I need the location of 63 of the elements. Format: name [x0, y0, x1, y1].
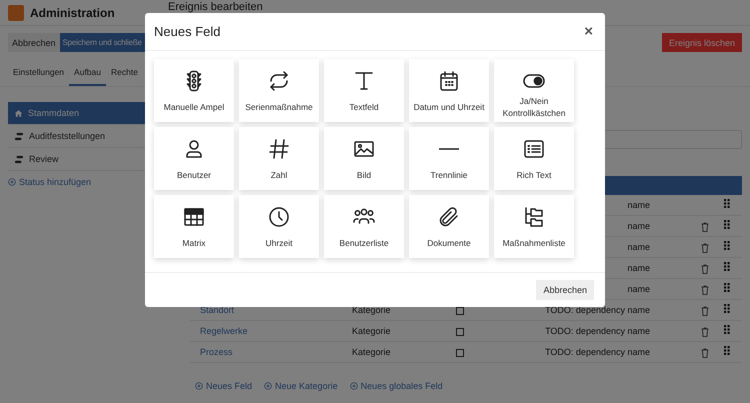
tab[interactable]: Aufbau	[69, 62, 106, 86]
table-cell-text: Kategorie	[352, 347, 392, 358]
toggle-bars-icon	[14, 154, 24, 164]
checkbox[interactable]	[456, 349, 464, 357]
drag-handle-icon[interactable]	[724, 304, 730, 313]
logo	[8, 4, 24, 20]
toggle-bars-icon	[14, 132, 24, 140]
field-type-card[interactable]: Maßnahmenliste	[494, 195, 574, 258]
tab[interactable]: Einstellungen	[8, 62, 70, 86]
table-cell: name	[627, 200, 650, 211]
field-type-card[interactable]: Matrix	[154, 195, 234, 258]
drag-handle-icon[interactable]	[724, 220, 730, 229]
drag-handle-icon[interactable]	[724, 346, 730, 355]
field-type-card[interactable]: Zahl	[239, 127, 319, 190]
plus-circle-icon	[264, 382, 272, 390]
field-type-card[interactable]: Rich Text	[494, 127, 574, 190]
home-icon	[14, 108, 23, 118]
table-cell: TODO: dependency name	[545, 326, 650, 337]
table-cell-text: Kategorie	[352, 326, 392, 337]
trash-icon[interactable]	[701, 306, 709, 316]
drag-handle-icon[interactable]	[724, 325, 730, 334]
drag-handle-icon[interactable]	[724, 199, 730, 208]
field-type-card[interactable]: Benutzer	[154, 127, 234, 190]
field-type-card[interactable]: Textfeld	[324, 59, 404, 122]
cancel-button[interactable]: Abbrechen	[536, 280, 594, 300]
field-type-card[interactable]: Ja/Nein Kontrollkästchen	[494, 59, 574, 122]
table-cell: TODO: dependency name	[545, 305, 650, 316]
tab[interactable]: Rechte	[106, 62, 143, 86]
field-type-card[interactable]: Dokumente	[409, 195, 489, 258]
plus-circle-icon	[350, 382, 358, 390]
trash-icon[interactable]	[701, 222, 709, 232]
table-cell: name	[627, 221, 650, 232]
plus-circle-icon	[8, 178, 16, 186]
dialog-title: Neues Feld	[154, 24, 220, 39]
page-title: Ereignis bearbeiten	[168, 0, 263, 13]
table-cell: name	[627, 284, 650, 295]
field-type-card[interactable]: Serienmaßnahme	[239, 59, 319, 122]
field-type-card[interactable]: Trennlinie	[409, 127, 489, 190]
drag-handle-icon[interactable]	[724, 283, 730, 292]
drag-handle-icon[interactable]	[724, 262, 730, 271]
field-type-card[interactable]: Benutzerliste	[324, 195, 404, 258]
trash-icon[interactable]	[701, 348, 709, 358]
table-cell-text: Kategorie	[352, 305, 392, 316]
horizontal-line-icon	[439, 148, 459, 150]
app-title: Administration	[30, 6, 116, 20]
trash-icon[interactable]	[701, 264, 709, 274]
plus-circle-icon	[195, 382, 203, 390]
table-cell: TODO: dependency name	[545, 347, 650, 358]
trash-icon[interactable]	[701, 285, 709, 295]
field-type-card[interactable]: Uhrzeit	[239, 195, 319, 258]
trash-icon[interactable]	[701, 243, 709, 253]
table-cell: name	[627, 242, 650, 253]
field-type-card[interactable]: Bild	[324, 127, 404, 190]
close-button[interactable]: ×	[584, 23, 593, 40]
trash-icon[interactable]	[701, 327, 709, 337]
hash-icon	[267, 137, 291, 161]
field-type-card[interactable]: Manuelle Ampel	[154, 59, 234, 122]
clock-icon	[267, 205, 291, 229]
checkbox[interactable]	[456, 328, 464, 336]
table-cell: name	[627, 263, 650, 274]
drag-handle-icon[interactable]	[724, 241, 730, 250]
cancel-button[interactable]: Abbrechen	[8, 33, 60, 52]
field-type-card[interactable]: Datum und Uhrzeit	[409, 59, 489, 122]
